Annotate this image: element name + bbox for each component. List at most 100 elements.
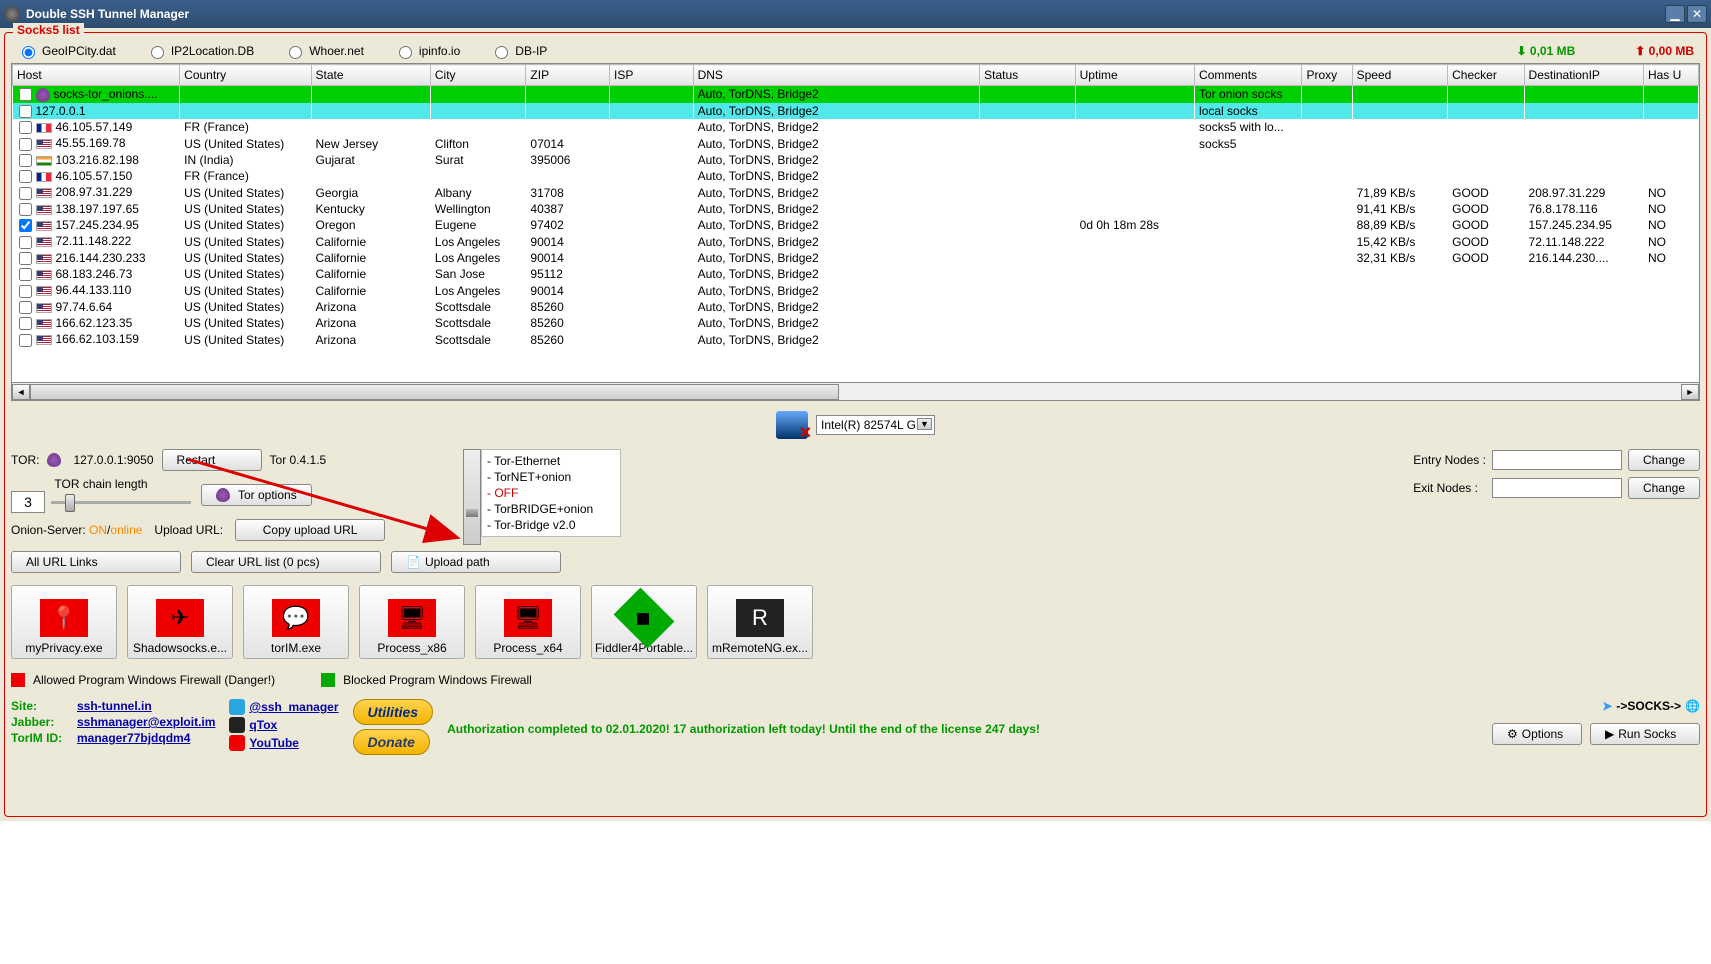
row-checkbox[interactable]	[19, 285, 32, 298]
firewall-blocked-icon	[321, 673, 335, 687]
row-checkbox[interactable]	[19, 236, 32, 249]
row-checkbox[interactable]	[19, 138, 32, 151]
launcher-button[interactable]: 📍myPrivacy.exe	[11, 585, 117, 659]
radio-dbip[interactable]: DB-IP	[490, 43, 547, 59]
close-button[interactable]: ✕	[1687, 5, 1707, 23]
column-header[interactable]: Status	[980, 65, 1076, 86]
table-row[interactable]: 157.245.234.95US (United States)OregonEu…	[13, 217, 1699, 233]
launcher-button[interactable]: ✈Shadowsocks.e...	[127, 585, 233, 659]
mode-slider-handle[interactable]	[463, 449, 481, 545]
column-header[interactable]: Checker	[1448, 65, 1524, 86]
launcher-button[interactable]: RmRemoteNG.ex...	[707, 585, 813, 659]
mode-torbridge-onion[interactable]: - TorBRIDGE+onion	[485, 501, 617, 517]
table-row[interactable]: 97.74.6.64US (United States)ArizonaScott…	[13, 299, 1699, 315]
column-header[interactable]: Comments	[1195, 65, 1302, 86]
firewall-blocked-label: Blocked Program Windows Firewall	[343, 673, 532, 687]
chain-length-input[interactable]	[11, 491, 45, 513]
launcher-icon: R	[736, 599, 784, 637]
restart-button[interactable]: Restart	[162, 449, 262, 471]
upload-path-button[interactable]: 📄 Upload path	[391, 551, 561, 573]
row-checkbox[interactable]	[19, 170, 32, 183]
column-header[interactable]: Has U	[1643, 65, 1698, 86]
table-row[interactable]: 68.183.246.73US (United States)Californi…	[13, 266, 1699, 282]
launcher-button[interactable]: ◆Fiddler4Portable...	[591, 585, 697, 659]
torim-link[interactable]: manager77bjdqdm4	[77, 731, 215, 745]
row-checkbox[interactable]	[19, 154, 32, 167]
column-header[interactable]: ZIP	[526, 65, 610, 86]
row-checkbox[interactable]	[19, 121, 32, 134]
minimize-button[interactable]: ▁	[1665, 5, 1685, 23]
table-row[interactable]: 103.216.82.198IN (India)GujaratSurat3950…	[13, 152, 1699, 168]
table-row[interactable]: 216.144.230.233US (United States)Califor…	[13, 250, 1699, 266]
column-header[interactable]: State	[311, 65, 430, 86]
qtox-link[interactable]: qTox	[229, 717, 338, 733]
mode-off[interactable]: - OFF	[485, 485, 617, 501]
table-row[interactable]: 208.97.31.229US (United States)GeorgiaAl…	[13, 184, 1699, 200]
launcher-button[interactable]: 💬torIM.exe	[243, 585, 349, 659]
nic-select[interactable]: Intel(R) 82574L G	[816, 415, 935, 435]
radio-whoer[interactable]: Whoer.net	[284, 43, 364, 59]
jabber-link[interactable]: sshmanager@exploit.im	[77, 715, 215, 729]
site-link[interactable]: ssh-tunnel.in	[77, 699, 215, 713]
copy-upload-url-button[interactable]: Copy upload URL	[235, 519, 385, 541]
row-checkbox[interactable]	[19, 203, 32, 216]
row-checkbox[interactable]	[19, 219, 32, 232]
table-row[interactable]: 46.105.57.149FR (France)Auto, TorDNS, Br…	[13, 119, 1699, 135]
tor-modes-list[interactable]: - Tor-Ethernet - TorNET+onion - OFF - To…	[481, 449, 621, 537]
donate-button[interactable]: Donate	[353, 729, 430, 755]
row-checkbox[interactable]	[19, 105, 32, 118]
table-row[interactable]: 166.62.123.35US (United States)ArizonaSc…	[13, 315, 1699, 331]
radio-geoipcity[interactable]: GeoIPCity.dat	[17, 43, 116, 59]
entry-nodes-change-button[interactable]: Change	[1628, 449, 1700, 471]
table-row[interactable]: 138.197.197.65US (United States)Kentucky…	[13, 201, 1699, 217]
launcher-label: torIM.exe	[271, 641, 321, 655]
exit-nodes-change-button[interactable]: Change	[1628, 477, 1700, 499]
row-checkbox[interactable]	[19, 317, 32, 330]
row-checkbox[interactable]	[19, 187, 32, 200]
table-row[interactable]: 45.55.169.78US (United States)New Jersey…	[13, 135, 1699, 151]
column-header[interactable]: City	[430, 65, 526, 86]
column-header[interactable]: Host	[13, 65, 180, 86]
row-checkbox[interactable]	[19, 252, 32, 265]
radio-ipinfo[interactable]: ipinfo.io	[394, 43, 460, 59]
scroll-right-icon[interactable]: ►	[1681, 384, 1699, 400]
chain-length-slider[interactable]	[51, 492, 191, 512]
tor-options-button[interactable]: Tor options	[201, 484, 312, 506]
table-row[interactable]: 127.0.0.1Auto, TorDNS, Bridge2local sock…	[13, 103, 1699, 119]
exit-nodes-input[interactable]	[1492, 478, 1622, 498]
mode-tor-bridge-v2[interactable]: - Tor-Bridge v2.0	[485, 517, 617, 533]
launcher-button[interactable]: 🖥Process_x86	[359, 585, 465, 659]
row-checkbox[interactable]	[19, 88, 32, 101]
column-header[interactable]: Uptime	[1075, 65, 1194, 86]
table-row[interactable]: 72.11.148.222US (United States)Californi…	[13, 233, 1699, 249]
horizontal-scrollbar[interactable]: ◄ ►	[11, 383, 1700, 401]
entry-nodes-input[interactable]	[1492, 450, 1622, 470]
all-url-links-button[interactable]: All URL Links	[11, 551, 181, 573]
row-checkbox[interactable]	[19, 268, 32, 281]
radio-ip2location[interactable]: IP2Location.DB	[146, 43, 254, 59]
launcher-button[interactable]: 🖥Process_x64	[475, 585, 581, 659]
column-header[interactable]: Speed	[1352, 65, 1448, 86]
table-row[interactable]: 96.44.133.110US (United States)Californi…	[13, 282, 1699, 298]
clear-url-list-button[interactable]: Clear URL list (0 pcs)	[191, 551, 381, 573]
table-row[interactable]: 166.62.103.159US (United States)ArizonaS…	[13, 331, 1699, 347]
mode-tor-ethernet[interactable]: - Tor-Ethernet	[485, 453, 617, 469]
table-row[interactable]: 46.105.57.150FR (France)Auto, TorDNS, Br…	[13, 168, 1699, 184]
scroll-thumb[interactable]	[30, 384, 839, 400]
column-header[interactable]: ISP	[609, 65, 693, 86]
mode-tornet-onion[interactable]: - TorNET+onion	[485, 469, 617, 485]
youtube-link[interactable]: YouTube	[229, 735, 338, 751]
table-row[interactable]: socks-tor_onions....Auto, TorDNS, Bridge…	[13, 86, 1699, 103]
column-header[interactable]: DNS	[693, 65, 980, 86]
row-checkbox[interactable]	[19, 301, 32, 314]
app-icon	[4, 6, 20, 22]
utilities-button[interactable]: Utilities	[353, 699, 434, 725]
column-header[interactable]: DestinationIP	[1524, 65, 1643, 86]
run-socks-button[interactable]: ▶ Run Socks	[1590, 723, 1700, 745]
column-header[interactable]: Country	[180, 65, 311, 86]
options-button[interactable]: ⚙ Options	[1492, 723, 1582, 745]
telegram-link[interactable]: @ssh_manager	[229, 699, 338, 715]
scroll-left-icon[interactable]: ◄	[12, 384, 30, 400]
column-header[interactable]: Proxy	[1302, 65, 1352, 86]
row-checkbox[interactable]	[19, 334, 32, 347]
